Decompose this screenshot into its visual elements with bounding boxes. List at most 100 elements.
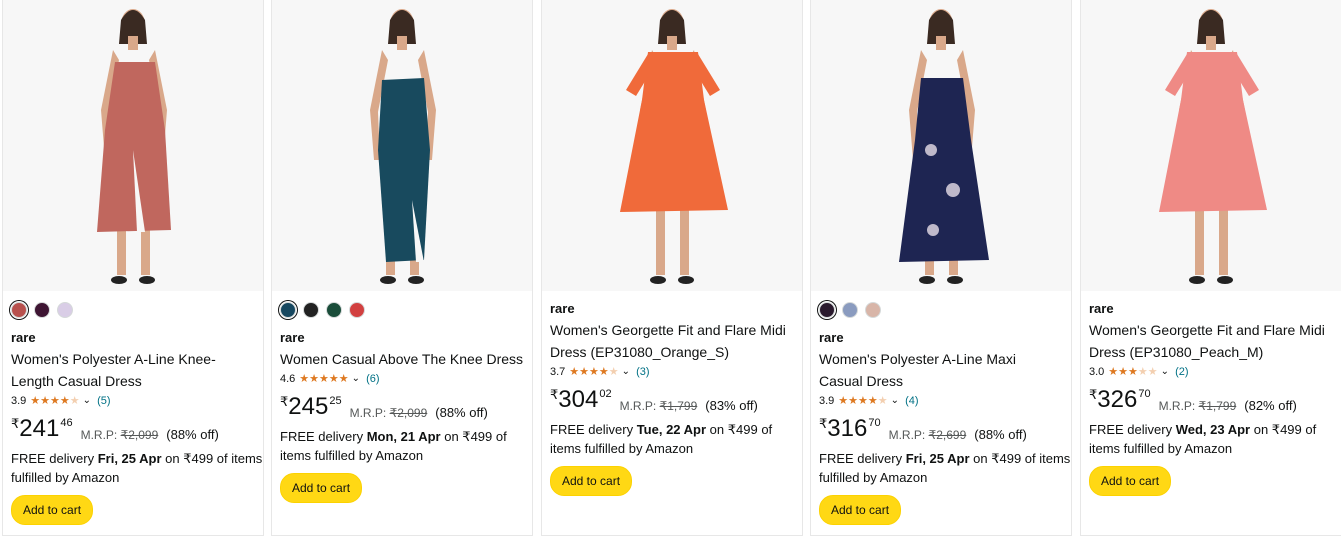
product-card[interactable]: rare Women's Georgette Fit and Flare Midi… — [1080, 0, 1341, 536]
discount-percent: (88% off) — [166, 427, 219, 442]
color-swatch[interactable] — [865, 302, 881, 318]
chevron-down-icon[interactable]: ⌄ — [1161, 364, 1169, 380]
star-icon: ★ — [1147, 365, 1158, 378]
star-rating[interactable]: ★ ★ ★ ★ ★ — [30, 394, 80, 407]
product-image[interactable] — [542, 0, 802, 291]
rating-value: 3.7 — [550, 366, 566, 378]
color-swatch[interactable] — [280, 302, 296, 318]
delivery-prefix: FREE delivery — [11, 451, 98, 466]
price-fraction: 70 — [868, 417, 881, 429]
product-card[interactable]: rare Women's Polyester A-Line Maxi Casual… — [810, 0, 1072, 536]
color-swatch[interactable] — [34, 302, 50, 318]
add-to-cart-button[interactable]: Add to cart — [819, 495, 902, 525]
chevron-down-icon[interactable]: ⌄ — [622, 364, 630, 380]
star-icon: ★ — [1137, 365, 1148, 378]
product-title[interactable]: Women's Georgette Fit and Flare Midi Dre… — [550, 319, 794, 363]
mrp-value: ₹1,799 — [1198, 399, 1237, 413]
rating-value: 3.0 — [1089, 366, 1105, 378]
review-count-link[interactable]: (4) — [905, 393, 918, 409]
mrp-value: ₹2,099 — [389, 406, 428, 420]
star-icon: ★ — [877, 394, 888, 407]
add-to-cart-button[interactable]: Add to cart — [1089, 466, 1172, 496]
product-image[interactable] — [811, 0, 1071, 291]
chevron-down-icon[interactable]: ⌄ — [83, 393, 91, 409]
review-count-link[interactable]: (2) — [1175, 364, 1188, 380]
delivery-prefix: FREE delivery — [1089, 422, 1176, 437]
product-card[interactable]: rare Women's Georgette Fit and Flare Midi… — [541, 0, 803, 536]
discount-percent: (88% off) — [974, 427, 1027, 442]
star-rating[interactable]: ★ ★ ★ ★ ★ — [569, 365, 619, 378]
color-swatch[interactable] — [819, 302, 835, 318]
star-icon: ★ — [1128, 365, 1138, 378]
mrp-label: M.R.P: — [619, 399, 657, 413]
color-swatch[interactable] — [11, 302, 27, 318]
price-row: ₹316 70 M.R.P: ₹2,699 (88% off) — [819, 417, 1063, 443]
product-title[interactable]: Women's Polyester A-Line Knee-Length Cas… — [11, 348, 255, 392]
rating-value: 3.9 — [11, 395, 27, 407]
product-card[interactable]: rare Women's Polyester A-Line Knee-Length… — [2, 0, 264, 536]
product-title[interactable]: Women's Polyester A-Line Maxi Casual Dre… — [819, 348, 1063, 392]
star-icon: ★ — [858, 394, 868, 407]
color-swatch[interactable] — [842, 302, 858, 318]
brand-name: rare — [280, 330, 305, 345]
star-rating[interactable]: ★ ★ ★ ★ ★ — [1108, 365, 1158, 378]
product-image[interactable] — [1081, 0, 1341, 291]
product-grid: rare Women's Polyester A-Line Knee-Length… — [0, 0, 1341, 536]
discount-percent: (83% off) — [705, 398, 758, 413]
star-icon: ★ — [309, 372, 320, 385]
price-fraction: 46 — [60, 417, 73, 429]
product-info: rare Women's Georgette Fit and Flare Midi… — [542, 300, 802, 496]
delivery-prefix: FREE delivery — [819, 451, 906, 466]
price-fraction: 02 — [599, 388, 612, 400]
price-fraction: 25 — [329, 395, 342, 407]
rating-row: 3.0 ★ ★ ★ ★ ★ ⌄ (2) — [1089, 364, 1333, 380]
rating-row: 4.6 ★ ★ ★ ★ ★ ⌄ (6) — [280, 371, 524, 387]
delivery-info: FREE delivery Fri, 25 Apr on ₹499 of ite… — [819, 449, 1071, 487]
delivery-prefix: FREE delivery — [280, 429, 367, 444]
star-icon: ★ — [569, 365, 580, 378]
rating-value: 4.6 — [280, 373, 296, 385]
product-title[interactable]: Women Casual Above The Knee Dress — [280, 348, 524, 370]
brand-name: rare — [1089, 301, 1114, 316]
product-image[interactable] — [3, 0, 263, 291]
add-to-cart-button[interactable]: Add to cart — [11, 495, 94, 525]
product-card[interactable]: rare Women Casual Above The Knee Dress 4.6… — [271, 0, 533, 536]
star-icon: ★ — [299, 372, 310, 385]
star-rating[interactable]: ★ ★ ★ ★ ★ — [299, 372, 348, 385]
color-swatch[interactable] — [326, 302, 342, 318]
delivery-date: Fri, 25 Apr — [905, 451, 970, 466]
review-count-link[interactable]: (6) — [366, 371, 379, 387]
delivery-info: FREE delivery Wed, 23 Apr on ₹499 of ite… — [1089, 420, 1341, 458]
currency-symbol: ₹ — [11, 416, 20, 431]
price-whole: 326 — [1097, 386, 1138, 413]
price-row: ₹304 02 M.R.P: ₹1,799 (83% off) — [550, 388, 794, 414]
price-row: ₹326 70 M.R.P: ₹1,799 (82% off) — [1089, 388, 1333, 414]
star-icon: ★ — [69, 394, 80, 407]
currency-symbol: ₹ — [550, 387, 559, 402]
add-to-cart-button[interactable]: Add to cart — [550, 466, 633, 496]
product-image[interactable] — [272, 0, 532, 291]
mrp-value: ₹1,799 — [659, 399, 698, 413]
chevron-down-icon[interactable]: ⌄ — [352, 371, 360, 387]
review-count-link[interactable]: (5) — [97, 393, 110, 409]
product-info: rare Women's Georgette Fit and Flare Midi… — [1081, 300, 1341, 496]
price-row: ₹241 46 M.R.P: ₹2,099 (88% off) — [11, 417, 255, 443]
price-whole: 304 — [558, 386, 599, 413]
color-swatch[interactable] — [303, 302, 319, 318]
product-title[interactable]: Women's Georgette Fit and Flare Midi Dre… — [1089, 319, 1333, 363]
price-whole: 316 — [827, 415, 868, 442]
delivery-date: Fri, 25 Apr — [97, 451, 162, 466]
color-swatches — [11, 302, 255, 320]
product-info: rare Women's Polyester A-Line Knee-Length… — [3, 302, 263, 525]
star-rating[interactable]: ★ ★ ★ ★ ★ — [838, 394, 888, 407]
star-icon: ★ — [608, 365, 619, 378]
delivery-info: FREE delivery Fri, 25 Apr on ₹499 of ite… — [11, 449, 263, 487]
chevron-down-icon[interactable]: ⌄ — [891, 393, 899, 409]
color-swatch[interactable] — [57, 302, 73, 318]
mrp: M.R.P: ₹2,099 — [81, 428, 159, 442]
star-icon: ★ — [579, 365, 590, 378]
mrp: M.R.P: ₹2,099 — [350, 406, 428, 420]
review-count-link[interactable]: (3) — [636, 364, 649, 380]
color-swatch[interactable] — [349, 302, 365, 318]
add-to-cart-button[interactable]: Add to cart — [280, 473, 363, 503]
